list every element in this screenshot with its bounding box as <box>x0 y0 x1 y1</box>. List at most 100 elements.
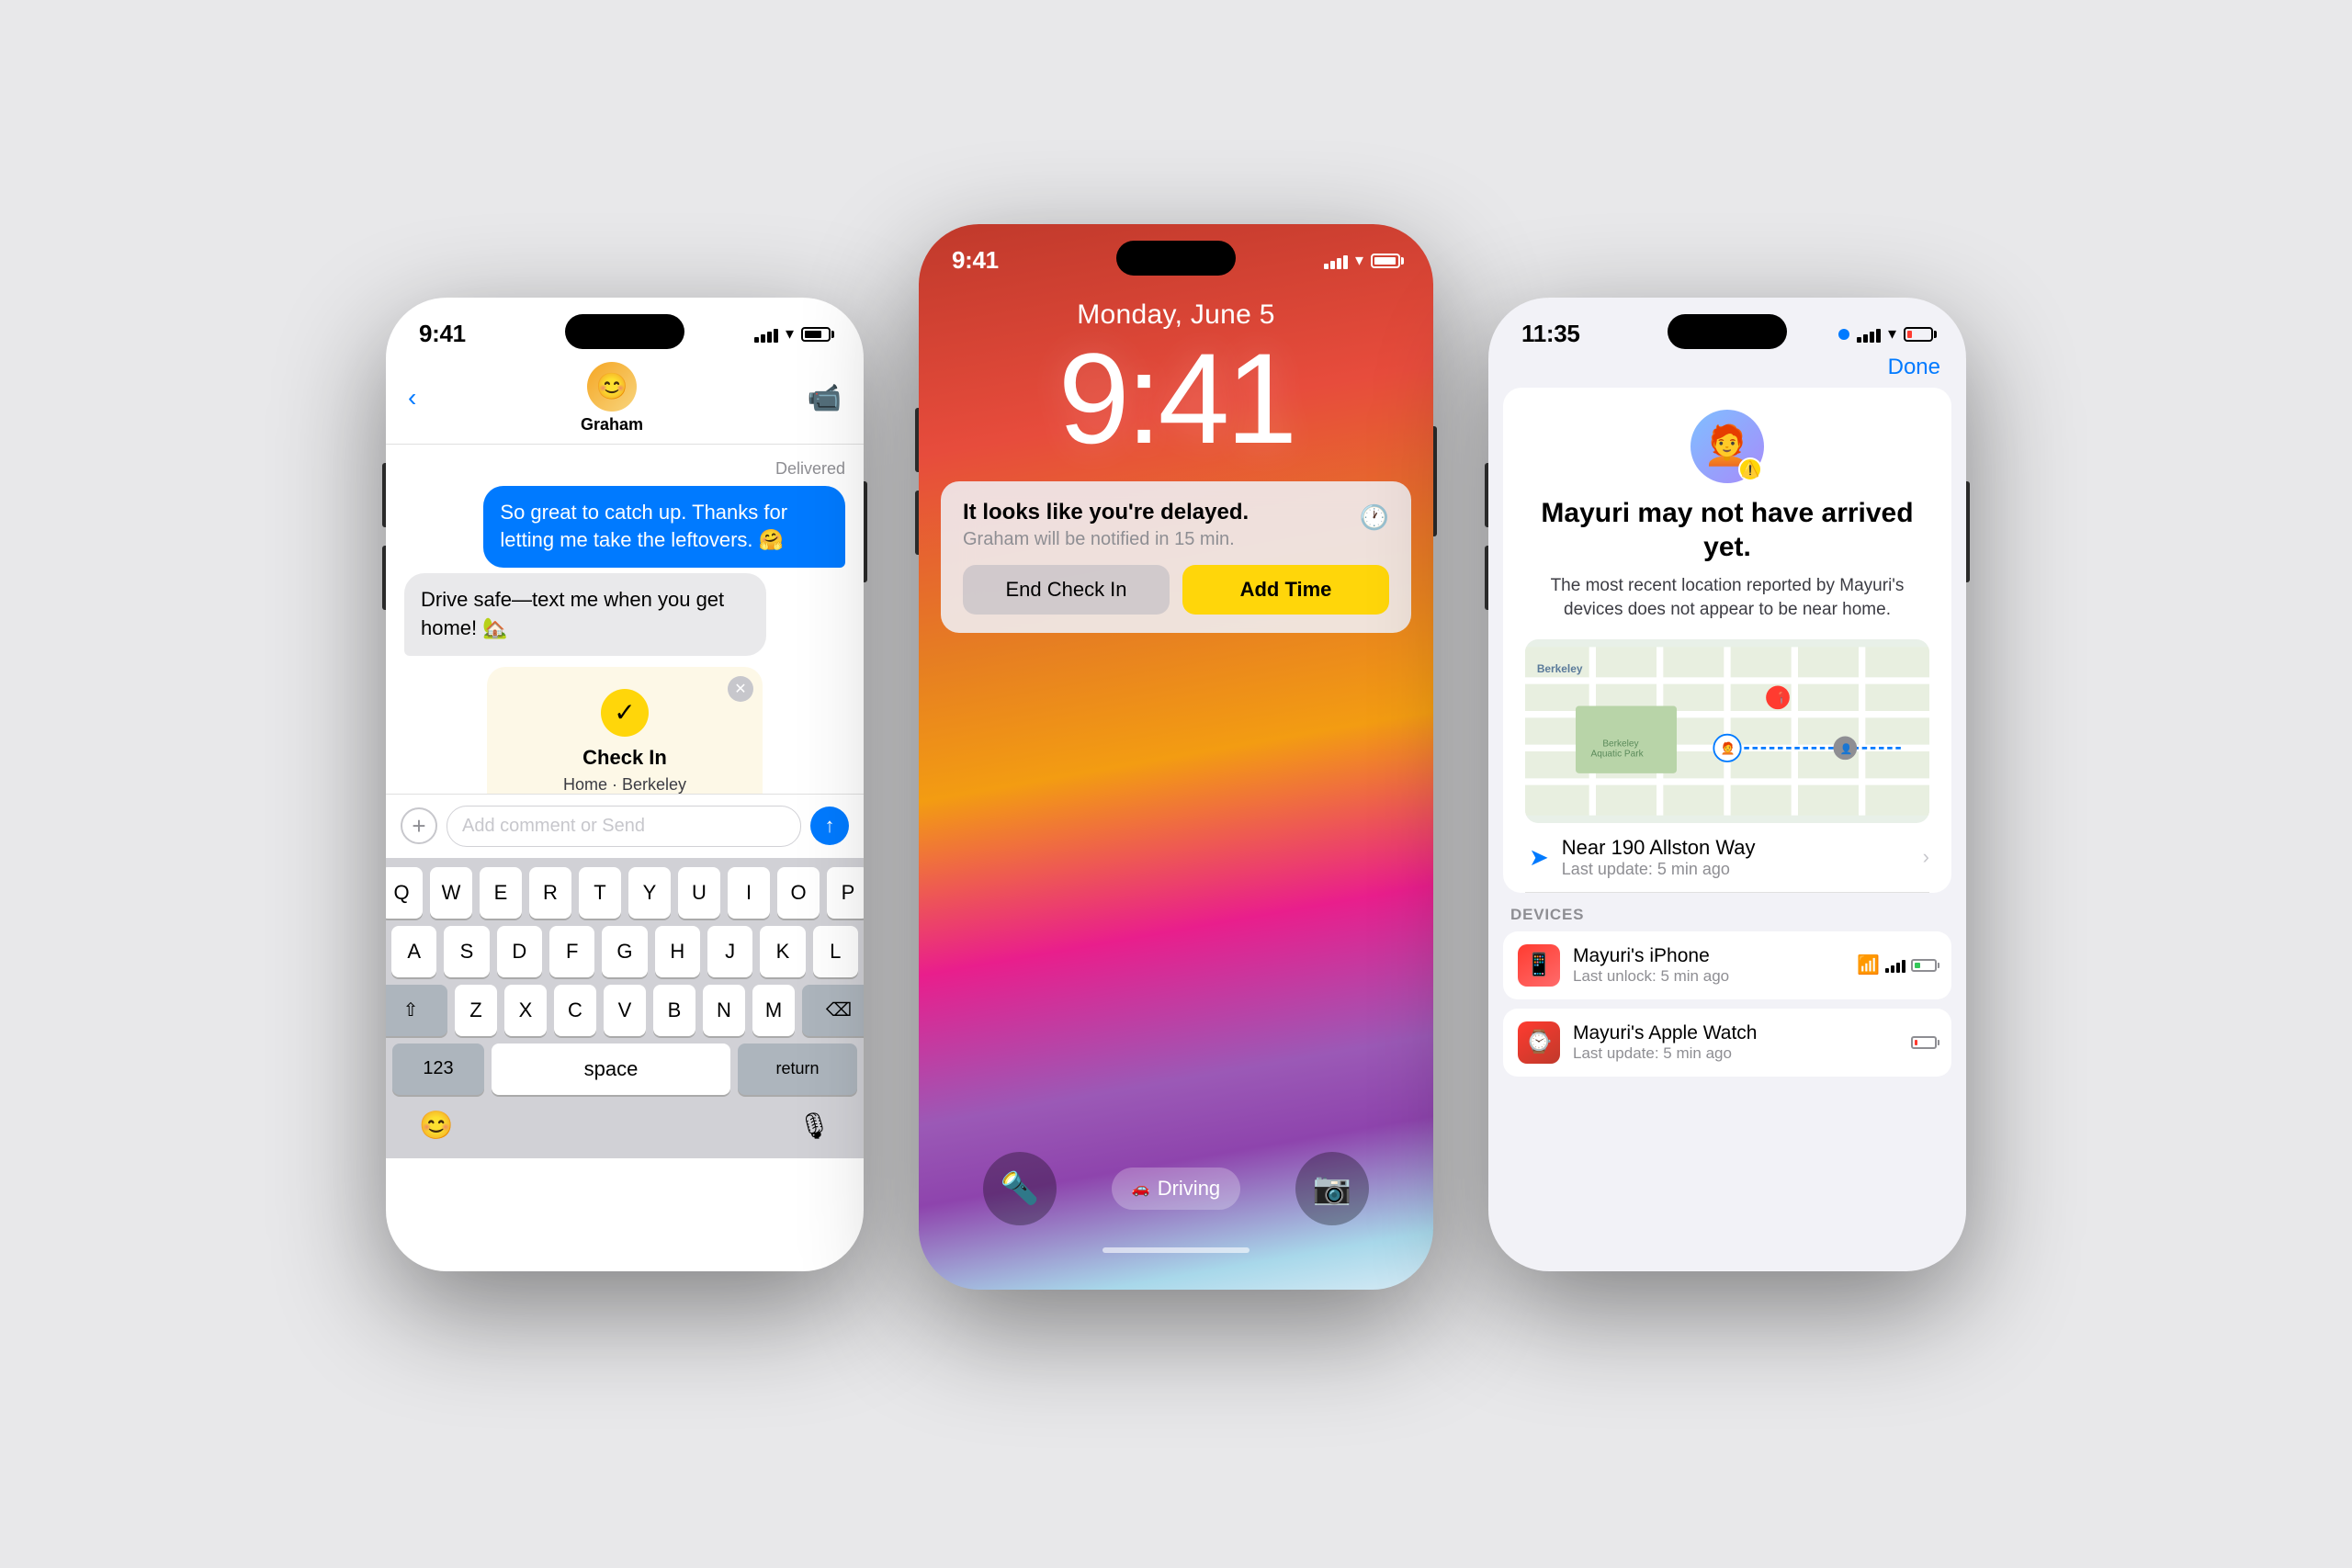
camera-button[interactable]: 📷 <box>1295 1152 1369 1225</box>
checkin-detail: Home · Berkeley Around 11:00 PM <box>505 773 744 794</box>
watch-icon: ⌚ <box>1518 1021 1560 1064</box>
location-row[interactable]: ➤ Near 190 Allston Way Last update: 5 mi… <box>1525 823 1929 893</box>
backspace-key[interactable]: ⌫ <box>802 985 864 1036</box>
key-f[interactable]: F <box>549 926 594 977</box>
devices-label: DEVICES <box>1503 893 1951 931</box>
svg-text:Aquatic Park: Aquatic Park <box>1591 749 1645 759</box>
input-bar: + Add comment or Send ↑ <box>386 794 864 858</box>
numbers-key[interactable]: 123 <box>392 1043 484 1095</box>
dynamic-island-2 <box>1116 241 1236 276</box>
key-b[interactable]: B <box>653 985 695 1036</box>
checkin-title: Check In <box>505 746 744 770</box>
key-l[interactable]: L <box>813 926 858 977</box>
device-row-watch: ⌚ Mayuri's Apple Watch Last update: 5 mi… <box>1503 1009 1951 1077</box>
battery-icon-2 <box>1371 254 1400 268</box>
message-input[interactable]: Add comment or Send <box>447 806 801 847</box>
key-v[interactable]: V <box>604 985 646 1036</box>
flashlight-button[interactable]: 🔦 <box>983 1152 1057 1225</box>
send-button[interactable]: ↑ <box>810 807 849 845</box>
key-e[interactable]: E <box>480 867 522 919</box>
chevron-right-icon: › <box>1923 845 1929 869</box>
location-last-update: Last update: 5 min ago <box>1562 860 1910 879</box>
contact-info: 😊 Graham <box>581 362 643 434</box>
device-name-watch: Mayuri's Apple Watch <box>1573 1022 1757 1044</box>
key-j[interactable]: J <box>707 926 752 977</box>
power-button[interactable] <box>864 481 867 582</box>
device-time-watch: Last update: 5 min ago <box>1573 1044 1757 1063</box>
wifi-icon-3: ▾ <box>1888 324 1896 344</box>
key-z[interactable]: Z <box>455 985 497 1036</box>
end-checkin-button[interactable]: End Check In <box>963 565 1170 615</box>
key-y[interactable]: Y <box>628 867 671 919</box>
device-battery-icon <box>1911 959 1937 972</box>
device-status-watch <box>1911 1036 1937 1049</box>
svg-text:Berkeley: Berkeley <box>1537 662 1583 675</box>
key-n[interactable]: N <box>703 985 745 1036</box>
signal-icon-2 <box>1324 253 1348 269</box>
lock-screen-bottom: 🔦 🚗 Driving 📷 <box>919 1152 1433 1253</box>
checkin-status-header: Done <box>1488 355 1966 388</box>
delivered-label: Delivered <box>404 459 845 479</box>
checkin-close-button[interactable]: ✕ <box>728 676 753 702</box>
key-o[interactable]: O <box>777 867 820 919</box>
signal-icon <box>754 326 778 343</box>
notification-title: It looks like you're delayed. <box>963 500 1389 525</box>
checkin-checkmark-icon: ✓ <box>601 689 649 737</box>
sent-message-1: So great to catch up. Thanks for letting… <box>483 486 845 569</box>
status-avatar: 🧑‍🦰 ⚠️ <box>1690 410 1764 483</box>
device-status-iphone: 📶 <box>1857 953 1937 976</box>
contact-name: Graham <box>581 415 643 434</box>
key-w[interactable]: W <box>430 867 472 919</box>
key-t[interactable]: T <box>579 867 621 919</box>
back-button[interactable]: ‹ <box>408 383 416 412</box>
key-q[interactable]: Q <box>386 867 423 919</box>
key-p[interactable]: P <box>827 867 864 919</box>
location-arrow-icon: ➤ <box>1529 843 1549 872</box>
return-key[interactable]: return <box>738 1043 857 1095</box>
messages-body: Delivered So great to catch up. Thanks f… <box>386 445 864 794</box>
iphone-icon: 📱 <box>1518 944 1560 987</box>
checkin-status-card: 🧑‍🦰 ⚠️ Mayuri may not have arrived yet. … <box>1503 388 1951 893</box>
status-avatar-wrap: 🧑‍🦰 ⚠️ <box>1525 410 1929 483</box>
key-x[interactable]: X <box>504 985 547 1036</box>
key-c[interactable]: C <box>554 985 596 1036</box>
device-row-iphone: 📱 Mayuri's iPhone Last unlock: 5 min ago… <box>1503 931 1951 999</box>
key-h[interactable]: H <box>655 926 700 977</box>
status-subtext: The most recent location reported by May… <box>1525 574 1929 623</box>
key-s[interactable]: S <box>444 926 489 977</box>
lock-time: 9:41 <box>919 334 1433 463</box>
keyboard-row-2: A S D F G H J K L <box>391 926 858 977</box>
keyboard-row-3: ⇧ Z X C V B N M ⌫ <box>391 985 858 1036</box>
shift-key[interactable]: ⇧ <box>386 985 447 1036</box>
key-k[interactable]: K <box>760 926 805 977</box>
key-i[interactable]: I <box>728 867 770 919</box>
clock-icon: 🕐 <box>1360 503 1389 532</box>
key-m[interactable]: M <box>752 985 795 1036</box>
battery-icon <box>801 327 831 342</box>
location-name: Near 190 Allston Way <box>1562 836 1910 860</box>
key-u[interactable]: U <box>678 867 720 919</box>
keyboard-row-1: Q W E R T Y U I O P <box>391 867 858 919</box>
video-call-button[interactable]: 📹 <box>808 382 842 414</box>
device-signal-icon <box>1885 958 1905 973</box>
emoji-button[interactable]: 😊 <box>419 1110 453 1142</box>
key-g[interactable]: G <box>602 926 647 977</box>
power-button-3[interactable] <box>1966 481 1970 582</box>
add-time-button[interactable]: Add Time <box>1182 565 1389 615</box>
svg-text:👤: 👤 <box>1840 743 1853 755</box>
home-indicator <box>1102 1247 1250 1253</box>
key-a[interactable]: A <box>391 926 436 977</box>
status-headline: Mayuri may not have arrived yet. <box>1525 496 1929 565</box>
wifi-icon: ▾ <box>786 324 794 344</box>
lock-controls: 🔦 🚗 Driving 📷 <box>919 1152 1433 1225</box>
key-r[interactable]: R <box>529 867 571 919</box>
map-container: Berkeley Aquatic Park 📍 🧑‍🦰 👤 Berkeley <box>1525 639 1929 823</box>
notification-subtitle: Graham will be notified in 15 min. <box>963 529 1389 550</box>
dynamic-island-3 <box>1668 314 1787 349</box>
key-d[interactable]: D <box>497 926 542 977</box>
add-attachment-button[interactable]: + <box>401 807 437 844</box>
microphone-button[interactable]: 🎙 <box>797 1111 831 1141</box>
done-button[interactable]: Done <box>1888 355 1940 380</box>
space-key[interactable]: space <box>492 1043 730 1095</box>
power-button-2[interactable] <box>1433 426 1437 536</box>
